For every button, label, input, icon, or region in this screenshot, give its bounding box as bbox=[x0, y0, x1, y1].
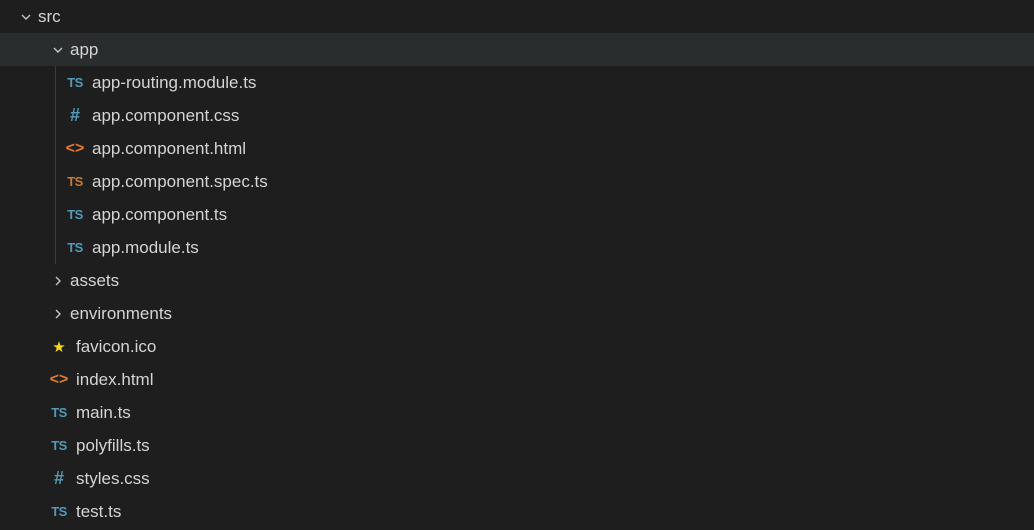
ts-file-icon: TS bbox=[64, 204, 86, 226]
tree-item-label: app.module.ts bbox=[92, 238, 199, 258]
html-file-icon: <> bbox=[48, 369, 70, 391]
tree-file[interactable]: TS app.component.spec.ts bbox=[0, 165, 1034, 198]
tree-item-label: styles.css bbox=[76, 469, 150, 489]
tree-file[interactable]: TS app.module.ts bbox=[0, 231, 1034, 264]
tree-item-label: app-routing.module.ts bbox=[92, 73, 256, 93]
tree-item-label: app.component.spec.ts bbox=[92, 172, 268, 192]
tree-file[interactable]: <> index.html bbox=[0, 363, 1034, 396]
tree-folder-app[interactable]: app bbox=[0, 33, 1034, 66]
tree-file[interactable]: TS polyfills.ts bbox=[0, 429, 1034, 462]
tree-item-label: app.component.html bbox=[92, 139, 246, 159]
tree-item-label: polyfills.ts bbox=[76, 436, 150, 456]
tree-folder-assets[interactable]: assets bbox=[0, 264, 1034, 297]
tree-file[interactable]: TS test.ts bbox=[0, 495, 1034, 528]
tree-file[interactable]: ★ favicon.ico bbox=[0, 330, 1034, 363]
tree-item-label: test.ts bbox=[76, 502, 121, 522]
ts-file-icon: TS bbox=[48, 501, 70, 523]
tree-item-label: assets bbox=[70, 271, 119, 291]
chevron-down-icon bbox=[16, 7, 36, 27]
tree-item-label: app.component.ts bbox=[92, 205, 227, 225]
css-file-icon: # bbox=[64, 105, 86, 127]
file-tree: src app TS app-routing.module.ts # app.c… bbox=[0, 0, 1034, 528]
tree-item-label: index.html bbox=[76, 370, 153, 390]
ts-file-icon: TS bbox=[64, 72, 86, 94]
ts-file-icon: TS bbox=[48, 435, 70, 457]
tree-file[interactable]: TS main.ts bbox=[0, 396, 1034, 429]
tree-file[interactable]: TS app.component.ts bbox=[0, 198, 1034, 231]
tree-item-label: app bbox=[70, 40, 98, 60]
tree-item-label: favicon.ico bbox=[76, 337, 156, 357]
tree-folder-src[interactable]: src bbox=[0, 0, 1034, 33]
html-file-icon: <> bbox=[64, 138, 86, 160]
ts-spec-file-icon: TS bbox=[64, 171, 86, 193]
tree-item-label: src bbox=[38, 7, 61, 27]
favicon-file-icon: ★ bbox=[48, 336, 70, 358]
tree-file[interactable]: # styles.css bbox=[0, 462, 1034, 495]
ts-file-icon: TS bbox=[64, 237, 86, 259]
tree-item-label: main.ts bbox=[76, 403, 131, 423]
chevron-down-icon bbox=[48, 40, 68, 60]
tree-file[interactable]: TS app-routing.module.ts bbox=[0, 66, 1034, 99]
css-file-icon: # bbox=[48, 468, 70, 490]
chevron-right-icon bbox=[48, 304, 68, 324]
tree-file[interactable]: # app.component.css bbox=[0, 99, 1034, 132]
tree-folder-environments[interactable]: environments bbox=[0, 297, 1034, 330]
chevron-right-icon bbox=[48, 271, 68, 291]
ts-file-icon: TS bbox=[48, 402, 70, 424]
tree-item-label: app.component.css bbox=[92, 106, 239, 126]
tree-file[interactable]: <> app.component.html bbox=[0, 132, 1034, 165]
tree-item-label: environments bbox=[70, 304, 172, 324]
